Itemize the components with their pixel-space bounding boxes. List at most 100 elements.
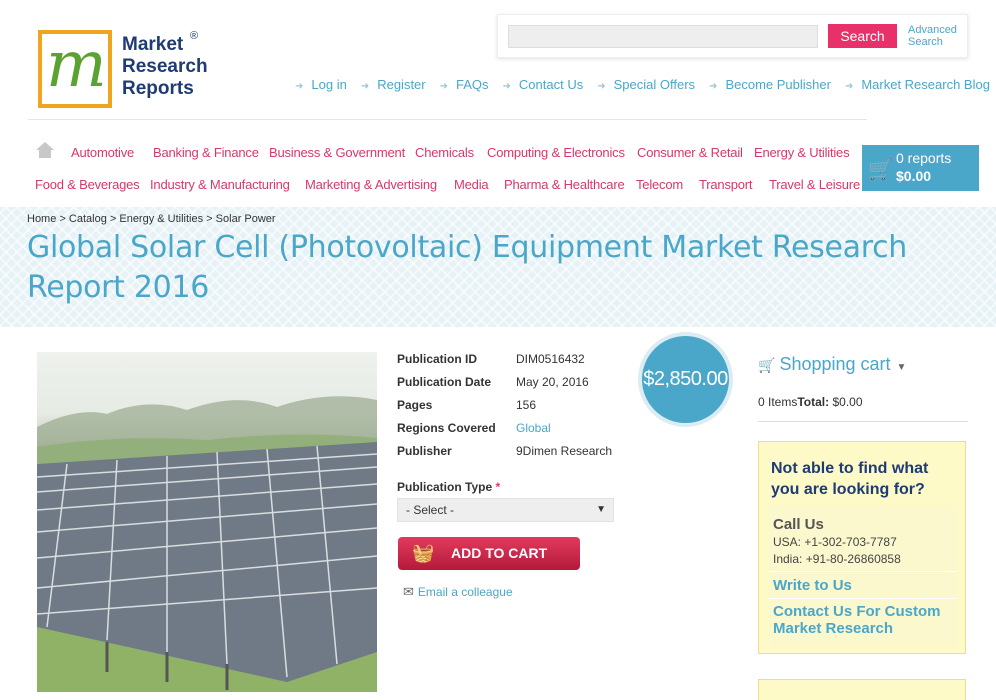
nav-telecom[interactable]: Telecom bbox=[636, 177, 683, 192]
help-divider bbox=[769, 598, 957, 599]
login-link[interactable]: ➜ Log in bbox=[295, 77, 347, 92]
login-label: Log in bbox=[311, 77, 347, 92]
publication-date-value: May 20, 2016 bbox=[516, 375, 589, 389]
email-colleague-link[interactable]: ✉ Email a colleague bbox=[403, 584, 513, 600]
required-marker: * bbox=[495, 480, 501, 494]
breadcrumb-catalog[interactable]: Catalog bbox=[69, 213, 107, 225]
breadcrumb-energy-utilities[interactable]: Energy & Utilities bbox=[119, 213, 203, 225]
publisher-value: 9Dimen Research bbox=[516, 444, 613, 458]
detail-label: Pages bbox=[397, 398, 433, 412]
special-offers-label: Special Offers bbox=[613, 77, 696, 92]
logo-mark: m bbox=[46, 28, 107, 102]
dropdown-arrow-icon: ▼ bbox=[596, 504, 606, 515]
call-us-heading: Call Us bbox=[773, 516, 824, 533]
header-divider bbox=[28, 119, 867, 120]
cart-icon: 🛒 bbox=[868, 159, 893, 181]
publication-type-label: Publication Type * bbox=[397, 480, 500, 494]
nav-transport[interactable]: Transport bbox=[699, 177, 753, 192]
nav-computing-electronics[interactable]: Computing & Electronics bbox=[487, 145, 625, 160]
publication-type-text: Publication Type bbox=[397, 480, 493, 494]
phone-usa: USA: +1-302-703-7787 bbox=[773, 535, 897, 549]
add-to-cart-button[interactable]: 🧺 ADD TO CART bbox=[398, 537, 580, 570]
page-title: Global Solar Cell (Photovoltaic) Equipme… bbox=[27, 230, 908, 305]
registered-mark: ® bbox=[190, 30, 199, 42]
logo-wordmark: Market Research Reports bbox=[122, 34, 208, 100]
contact-custom-research-link[interactable]: Contact Us For Custom Market Research bbox=[773, 603, 953, 637]
cart-total: $0.00 bbox=[896, 168, 932, 184]
nav-marketing-advertising[interactable]: Marketing & Advertising bbox=[305, 177, 437, 192]
contact-us-link[interactable]: ➜ Contact Us bbox=[503, 77, 584, 92]
category-nav-row-1: Automotive Banking & Finance Business & … bbox=[0, 145, 860, 161]
breadcrumb-home[interactable]: Home bbox=[27, 213, 56, 225]
arrow-icon: ➜ bbox=[360, 81, 370, 92]
total-value: $0.00 bbox=[832, 395, 863, 409]
logo-line-3: Reports bbox=[122, 78, 194, 99]
nav-pharma-healthcare[interactable]: Pharma & Healthcare bbox=[504, 177, 625, 192]
phone-india: India: +91-80-26860858 bbox=[773, 552, 901, 566]
become-publisher-link[interactable]: ➜ Become Publisher bbox=[709, 77, 831, 92]
logo-line-2: Research bbox=[122, 56, 208, 77]
search-button[interactable]: Search bbox=[828, 24, 897, 48]
nav-media[interactable]: Media bbox=[454, 177, 489, 192]
shopping-cart-title: Shopping cart bbox=[779, 354, 891, 374]
register-label: Register bbox=[377, 77, 426, 92]
nav-energy-utilities[interactable]: Energy & Utilities bbox=[754, 145, 850, 160]
arrow-icon: ➜ bbox=[502, 81, 511, 92]
help-title: Not able to find what you are looking fo… bbox=[771, 460, 929, 498]
cart-count: 0 reports bbox=[896, 150, 952, 166]
cart-icon: 🛒 bbox=[758, 357, 776, 373]
email-colleague-label: Email a colleague bbox=[417, 585, 513, 599]
envelope-icon: ✉ bbox=[403, 584, 414, 599]
nav-food-beverages[interactable]: Food & Beverages bbox=[35, 177, 140, 192]
category-nav-row-2: Food & Beverages Industry & Manufacturin… bbox=[0, 177, 860, 193]
add-to-cart-label: ADD TO CART bbox=[451, 545, 548, 561]
blog-label: Market Research Blog bbox=[861, 77, 990, 92]
price-badge: $2,850.00 bbox=[638, 332, 733, 427]
basket-icon: 🧺 bbox=[412, 543, 435, 563]
secondary-box bbox=[758, 679, 966, 700]
blog-link[interactable]: ➜ Market Research Blog bbox=[845, 77, 990, 92]
nav-travel-leisure[interactable]: Travel & Leisure bbox=[769, 177, 860, 192]
contact-us-label: Contact Us bbox=[518, 77, 584, 92]
logo-mark-box: m bbox=[38, 28, 112, 108]
nav-chemicals[interactable]: Chemicals bbox=[415, 145, 474, 160]
detail-label: Publication Date bbox=[397, 375, 492, 389]
search-input[interactable] bbox=[508, 25, 818, 48]
header-cart[interactable]: 🛒 0 reports $0.00 bbox=[862, 145, 979, 191]
help-divider bbox=[769, 571, 957, 572]
publication-type-select[interactable]: - Select - ▼ bbox=[397, 498, 614, 522]
nav-automotive[interactable]: Automotive bbox=[71, 145, 134, 160]
publication-id-value: DIM0516432 bbox=[516, 352, 585, 366]
detail-label: Regions Covered bbox=[397, 421, 496, 435]
advanced-search-link[interactable]: Advanced Search bbox=[908, 24, 966, 48]
arrow-icon: ➜ bbox=[597, 81, 606, 92]
faqs-link[interactable]: ➜ FAQs bbox=[440, 77, 489, 92]
detail-label: Publication ID bbox=[397, 352, 478, 366]
sidebar-divider bbox=[758, 421, 968, 422]
arrow-icon: ➜ bbox=[439, 81, 449, 92]
register-link[interactable]: ➜ Register bbox=[361, 77, 426, 92]
select-value: - Select - bbox=[406, 503, 455, 517]
arrow-icon: ➜ bbox=[844, 81, 854, 92]
site-logo[interactable]: m Market Research Reports ® bbox=[38, 28, 218, 112]
nav-business-government[interactable]: Business & Government bbox=[269, 145, 405, 160]
breadcrumb-solar-power[interactable]: Solar Power bbox=[216, 213, 276, 225]
product-image bbox=[37, 352, 377, 692]
nav-consumer-retail[interactable]: Consumer & Retail bbox=[637, 145, 743, 160]
become-publisher-label: Become Publisher bbox=[725, 77, 831, 92]
arrow-icon: ➜ bbox=[295, 81, 304, 92]
cart-summary: 0 ItemsTotal: $0.00 bbox=[758, 395, 863, 409]
breadcrumb: Home > Catalog > Energy & Utilities > So… bbox=[27, 213, 276, 225]
regions-link[interactable]: Global bbox=[516, 421, 551, 435]
top-links: ➜ Log in ➜ Register ➜ FAQs ➜ Contact Us ➜ Spe… bbox=[295, 77, 996, 92]
chevron-down-icon: ▼ bbox=[896, 362, 907, 373]
special-offers-link[interactable]: ➜ Special Offers bbox=[597, 77, 695, 92]
write-to-us-link[interactable]: Write to Us bbox=[773, 577, 953, 594]
nav-banking-finance[interactable]: Banking & Finance bbox=[153, 145, 259, 160]
items-label: 0 Items bbox=[758, 395, 798, 409]
nav-industry-manufacturing[interactable]: Industry & Manufacturing bbox=[150, 177, 290, 192]
shopping-cart-toggle[interactable]: 🛒 Shopping cart ▼ bbox=[758, 354, 906, 375]
advanced-search-line-1: Advanced bbox=[908, 24, 957, 36]
search-panel: Search Advanced Search bbox=[497, 14, 968, 58]
faqs-label: FAQs bbox=[456, 77, 489, 92]
